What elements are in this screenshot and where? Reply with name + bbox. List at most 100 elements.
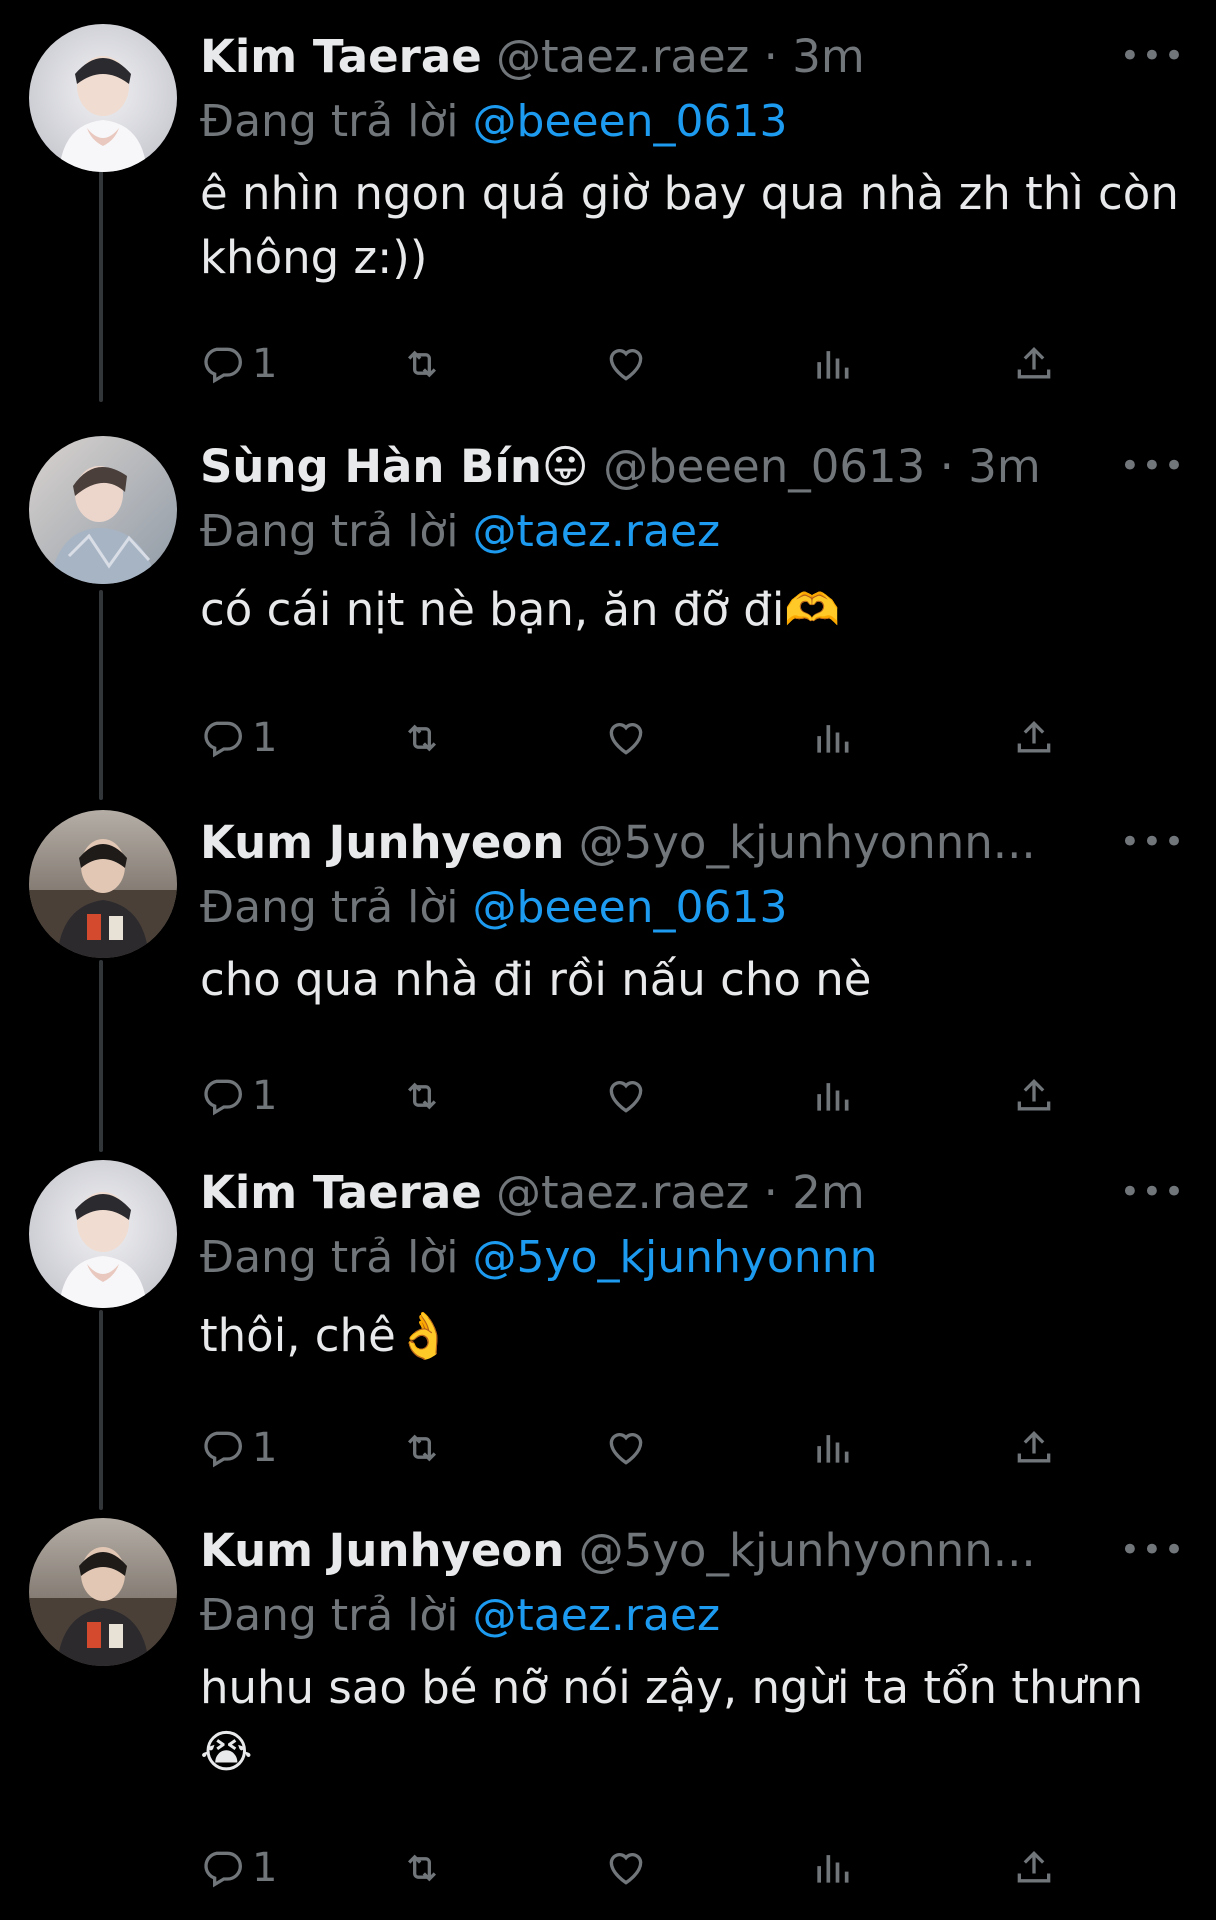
more-horizontal-icon[interactable]: ••• — [1120, 1533, 1186, 1567]
reply-icon — [204, 1851, 242, 1888]
avatar-image — [29, 1160, 177, 1308]
replying-prefix: Đang trả lời — [200, 1232, 459, 1283]
timestamp[interactable]: 2m — [792, 1166, 864, 1219]
author-handle[interactable]: @5yo_kjunhyonnn... — [579, 816, 1036, 869]
reply-count: 1 — [252, 715, 278, 761]
author-name[interactable]: Sùng Hàn Bín😛 — [200, 440, 589, 493]
views-button[interactable] — [810, 708, 854, 768]
reply-to-mention[interactable]: @taez.raez — [473, 1590, 721, 1641]
more-horizontal-icon[interactable]: ••• — [1120, 825, 1186, 859]
share-icon — [1017, 1430, 1051, 1463]
avatar[interactable] — [29, 1518, 177, 1666]
timestamp[interactable]: 3m — [968, 440, 1040, 493]
share-icon — [1017, 720, 1051, 753]
retweet-icon — [407, 724, 437, 752]
views-icon — [817, 1435, 849, 1463]
tweet-text: ê nhìn ngon quá giờ bay qua nhà zh thì c… — [200, 167, 1179, 284]
more-horizontal-icon[interactable]: ••• — [1120, 39, 1186, 73]
tweet-actions: 1 — [200, 1066, 1080, 1126]
reply-button[interactable]: 1 — [200, 1838, 277, 1898]
more-horizontal-icon[interactable]: ••• — [1120, 1175, 1186, 1209]
author-handle[interactable]: @taez.raez — [496, 1166, 749, 1219]
replying-to: Đang trả lời @beeen_0613 — [200, 90, 1196, 154]
tweet-actions: 1 — [200, 1838, 1080, 1898]
share-button[interactable] — [1012, 334, 1056, 394]
reply-button[interactable]: 1 — [200, 1066, 277, 1126]
author-name[interactable]: Kum Junhyeon — [200, 1524, 564, 1577]
share-button[interactable] — [1012, 1066, 1056, 1126]
views-button[interactable] — [810, 334, 854, 394]
retweet-button[interactable] — [400, 334, 444, 394]
heart-icon — [609, 1853, 643, 1885]
avatar-image — [29, 24, 177, 172]
reply-to-mention[interactable]: @taez.raez — [473, 506, 721, 557]
share-button[interactable] — [1012, 1838, 1056, 1898]
retweet-button[interactable] — [400, 708, 444, 768]
replying-prefix: Đang trả lời — [200, 506, 459, 557]
tweet-text: huhu sao bé nỡ nói zậy, ngừi ta tổn thưn… — [200, 1661, 1144, 1778]
retweet-icon — [407, 350, 437, 378]
reply-to-mention[interactable]: @5yo_kjunhyonnn — [473, 1232, 878, 1283]
like-button[interactable] — [604, 1418, 648, 1478]
retweet-icon — [407, 1082, 437, 1110]
reply-count: 1 — [252, 1845, 278, 1891]
views-button[interactable] — [810, 1838, 854, 1898]
avatar[interactable] — [29, 436, 177, 584]
reply-count: 1 — [252, 341, 278, 387]
heart-icon — [609, 723, 643, 755]
replying-prefix: Đang trả lời — [200, 1590, 459, 1641]
share-button[interactable] — [1012, 708, 1056, 768]
avatar[interactable] — [29, 24, 177, 172]
reply-button[interactable]: 1 — [200, 334, 277, 394]
reply-button[interactable]: 1 — [200, 708, 277, 768]
avatar[interactable] — [29, 1160, 177, 1308]
heart-icon — [609, 1433, 643, 1465]
author-name[interactable]: Kim Taerae — [200, 30, 482, 83]
views-icon — [817, 725, 849, 753]
views-button[interactable] — [810, 1066, 854, 1126]
reply-count: 1 — [252, 1073, 278, 1119]
tweet-actions: 1 — [200, 334, 1080, 394]
author-name[interactable]: Kim Taerae — [200, 1166, 482, 1219]
replying-to: Đang trả lời @5yo_kjunhyonnn — [200, 1226, 1196, 1290]
replying-to: Đang trả lời @beeen_0613 — [200, 876, 1196, 940]
more-horizontal-icon[interactable]: ••• — [1120, 449, 1186, 483]
retweet-icon — [407, 1434, 437, 1462]
like-button[interactable] — [604, 334, 648, 394]
author-name[interactable]: Kum Junhyeon — [200, 816, 564, 869]
author-handle[interactable]: @taez.raez — [496, 30, 749, 83]
retweet-icon — [407, 1854, 437, 1882]
reply-icon — [204, 1079, 242, 1116]
views-button[interactable] — [810, 1418, 854, 1478]
share-button[interactable] — [1012, 1418, 1056, 1478]
share-icon — [1017, 1078, 1051, 1111]
reply-to-mention[interactable]: @beeen_0613 — [473, 96, 788, 147]
reply-to-mention[interactable]: @beeen_0613 — [473, 882, 788, 933]
tweet-actions: 1 — [200, 708, 1080, 768]
share-icon — [1017, 1850, 1051, 1883]
thread-line — [99, 960, 103, 1152]
author-handle[interactable]: @beeen_0613 — [603, 440, 925, 493]
author-handle[interactable]: @5yo_kjunhyonnn... — [579, 1524, 1036, 1577]
retweet-button[interactable] — [400, 1418, 444, 1478]
reply-icon — [204, 721, 242, 758]
retweet-button[interactable] — [400, 1066, 444, 1126]
share-icon — [1017, 346, 1051, 379]
like-button[interactable] — [604, 1066, 648, 1126]
retweet-button[interactable] — [400, 1838, 444, 1898]
tweet-actions: 1 — [200, 1418, 1080, 1478]
tweet-text: thôi, chê👌 — [200, 1309, 452, 1362]
thread-line — [99, 1310, 103, 1510]
replying-to: Đang trả lời @taez.raez — [200, 500, 1196, 564]
replying-to: Đang trả lời @taez.raez — [200, 1584, 1196, 1648]
avatar[interactable] — [29, 810, 177, 958]
like-button[interactable] — [604, 708, 648, 768]
heart-icon — [609, 1081, 643, 1113]
thread-line — [99, 590, 103, 800]
reply-button[interactable]: 1 — [200, 1418, 277, 1478]
reply-count: 1 — [252, 1425, 278, 1471]
like-button[interactable] — [604, 1838, 648, 1898]
timestamp[interactable]: 3m — [792, 30, 864, 83]
heart-icon — [609, 349, 643, 381]
replying-prefix: Đang trả lời — [200, 96, 459, 147]
